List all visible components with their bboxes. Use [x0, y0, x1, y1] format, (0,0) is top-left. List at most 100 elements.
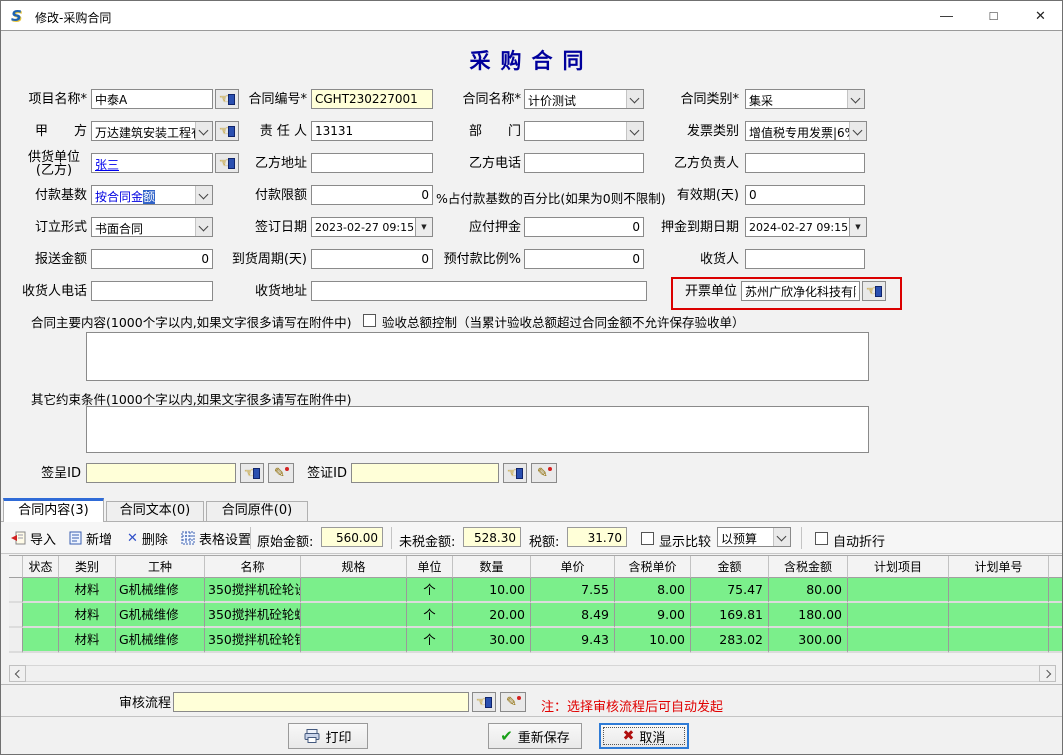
supplier-lookup-button[interactable]: ☜	[215, 153, 239, 173]
scroll-right-icon[interactable]	[1039, 665, 1056, 682]
party-a-select[interactable]: 万达建筑安装工程有	[91, 121, 213, 141]
supplier-link[interactable]: 张三	[95, 158, 119, 172]
scroll-left-icon[interactable]	[9, 665, 26, 682]
invoice-type-select[interactable]: 增值税专用发票|6%	[745, 121, 867, 141]
cell-plan-no[interactable]	[949, 578, 1049, 603]
report-amount-input[interactable]	[91, 249, 213, 269]
add-row-button[interactable]: 新增	[67, 527, 114, 549]
col-header-amount[interactable]: 金额	[691, 556, 769, 578]
cell-name[interactable]: 350搅拌机砼轮铁	[205, 628, 301, 653]
close-icon[interactable]: ✕	[1018, 1, 1063, 31]
minimize-icon[interactable]: —	[924, 1, 969, 31]
cell-plan-project[interactable]	[848, 578, 949, 603]
cell-taxed-amount[interactable]: 180.00	[769, 603, 848, 628]
deposit-input[interactable]	[524, 217, 644, 237]
col-header-taxed-price[interactable]: 含税单价	[615, 556, 691, 578]
cell-category[interactable]: 材料	[59, 578, 116, 603]
supplier-field[interactable]: 张三	[91, 153, 213, 173]
project-lookup-button[interactable]: ☜	[215, 89, 239, 109]
cell-unit[interactable]: 个	[407, 603, 453, 628]
sign-id-clear-button[interactable]: ✎	[268, 463, 294, 483]
invoice-unit-input[interactable]	[741, 281, 860, 301]
payment-base-select[interactable]: 按合同金额	[91, 185, 213, 205]
show-compare-checkbox[interactable]	[641, 532, 654, 545]
cell-spec[interactable]	[301, 578, 407, 603]
receiver-input[interactable]	[745, 249, 865, 269]
cell-spec[interactable]	[301, 603, 407, 628]
cell-plan-no[interactable]	[949, 603, 1049, 628]
col-header-taxed-amount[interactable]: 含税金额	[769, 556, 848, 578]
main-content-textarea[interactable]	[86, 332, 869, 381]
print-button[interactable]: 打印	[288, 723, 368, 749]
invoice-unit-lookup-button[interactable]: ☜	[862, 281, 886, 301]
cell-category[interactable]: 材料	[59, 628, 116, 653]
delete-row-button[interactable]: ✕ 删除	[125, 527, 170, 549]
row-indicator[interactable]	[9, 628, 23, 653]
row-indicator[interactable]	[9, 578, 23, 603]
cell-plan-project[interactable]	[848, 628, 949, 653]
col-header-work-type[interactable]: 工种	[116, 556, 205, 578]
contract-type-select[interactable]: 集采	[745, 89, 865, 109]
cell-price[interactable]: 9.43	[531, 628, 615, 653]
cell-qty[interactable]: 10.00	[453, 578, 531, 603]
col-header-qty[interactable]: 数量	[453, 556, 531, 578]
col-header-category[interactable]: 类别	[59, 556, 116, 578]
cell-category[interactable]: 材料	[59, 603, 116, 628]
visa-id-clear-button[interactable]: ✎	[531, 463, 557, 483]
approval-lookup-button[interactable]: ☜	[472, 692, 496, 712]
responsible-input[interactable]	[311, 121, 433, 141]
prepay-percent-input[interactable]	[524, 249, 644, 269]
cell-qty[interactable]: 20.00	[453, 603, 531, 628]
contract-no-input[interactable]	[311, 89, 433, 109]
cell-amount[interactable]: 169.81	[691, 603, 769, 628]
compare-mode-select[interactable]: 以预算	[717, 527, 791, 547]
col-header-unit[interactable]: 单位	[407, 556, 453, 578]
delivery-days-input[interactable]	[311, 249, 433, 269]
cell-spec[interactable]	[301, 628, 407, 653]
auto-wrap-checkbox[interactable]	[815, 532, 828, 545]
cell-work-type[interactable]: G机械维修	[116, 603, 205, 628]
cell-price[interactable]: 8.49	[531, 603, 615, 628]
sign-id-lookup-button[interactable]: ☜	[240, 463, 264, 483]
sign-id-input[interactable]	[86, 463, 236, 483]
cell-name[interactable]: 350搅拌机砼轮设	[205, 578, 301, 603]
col-header-plan-project[interactable]: 计划项目	[848, 556, 949, 578]
col-header-price[interactable]: 单价	[531, 556, 615, 578]
party-b-phone-input[interactable]	[524, 153, 644, 173]
calendar-dropdown-icon[interactable]: ▼	[415, 218, 432, 236]
cell-taxed-amount[interactable]: 80.00	[769, 578, 848, 603]
calendar-dropdown-icon[interactable]: ▼	[849, 218, 866, 236]
grid-settings-button[interactable]: 表格设置	[179, 527, 253, 549]
col-header-plan-no[interactable]: 计划单号	[949, 556, 1049, 578]
cell-taxed-price[interactable]: 8.00	[615, 578, 691, 603]
cell-status[interactable]	[23, 603, 59, 628]
other-terms-textarea[interactable]	[86, 406, 869, 453]
cell-amount[interactable]: 75.47	[691, 578, 769, 603]
cell-taxed-price[interactable]: 10.00	[615, 628, 691, 653]
cell-status[interactable]	[23, 578, 59, 603]
col-header-spec[interactable]: 规格	[301, 556, 407, 578]
cell-unit[interactable]: 个	[407, 578, 453, 603]
cell-plan-project[interactable]	[848, 603, 949, 628]
col-header-name[interactable]: 名称	[205, 556, 301, 578]
cell-taxed-amount[interactable]: 300.00	[769, 628, 848, 653]
payment-limit-input[interactable]	[311, 185, 433, 205]
party-b-leader-input[interactable]	[745, 153, 865, 173]
cell-taxed-price[interactable]: 9.00	[615, 603, 691, 628]
approval-flow-input[interactable]	[173, 692, 469, 712]
maximize-icon[interactable]: □	[971, 1, 1016, 31]
cell-name[interactable]: 350搅拌机砼轮螺	[205, 603, 301, 628]
cell-work-type[interactable]: G机械维修	[116, 578, 205, 603]
cell-amount[interactable]: 283.02	[691, 628, 769, 653]
col-header-status[interactable]: 状态	[23, 556, 59, 578]
row-indicator[interactable]	[9, 603, 23, 628]
approval-clear-button[interactable]: ✎	[500, 692, 526, 712]
party-b-address-input[interactable]	[311, 153, 433, 173]
sign-date-picker[interactable]: 2023-02-27 09:15:0▼	[311, 217, 433, 237]
tab-contract-content[interactable]: 合同内容(3)	[3, 498, 104, 522]
visa-id-lookup-button[interactable]: ☜	[503, 463, 527, 483]
contract-name-select[interactable]: 计价测试	[524, 89, 644, 109]
cell-unit[interactable]: 个	[407, 628, 453, 653]
cell-work-type[interactable]: G机械维修	[116, 628, 205, 653]
project-name-input[interactable]	[91, 89, 213, 109]
